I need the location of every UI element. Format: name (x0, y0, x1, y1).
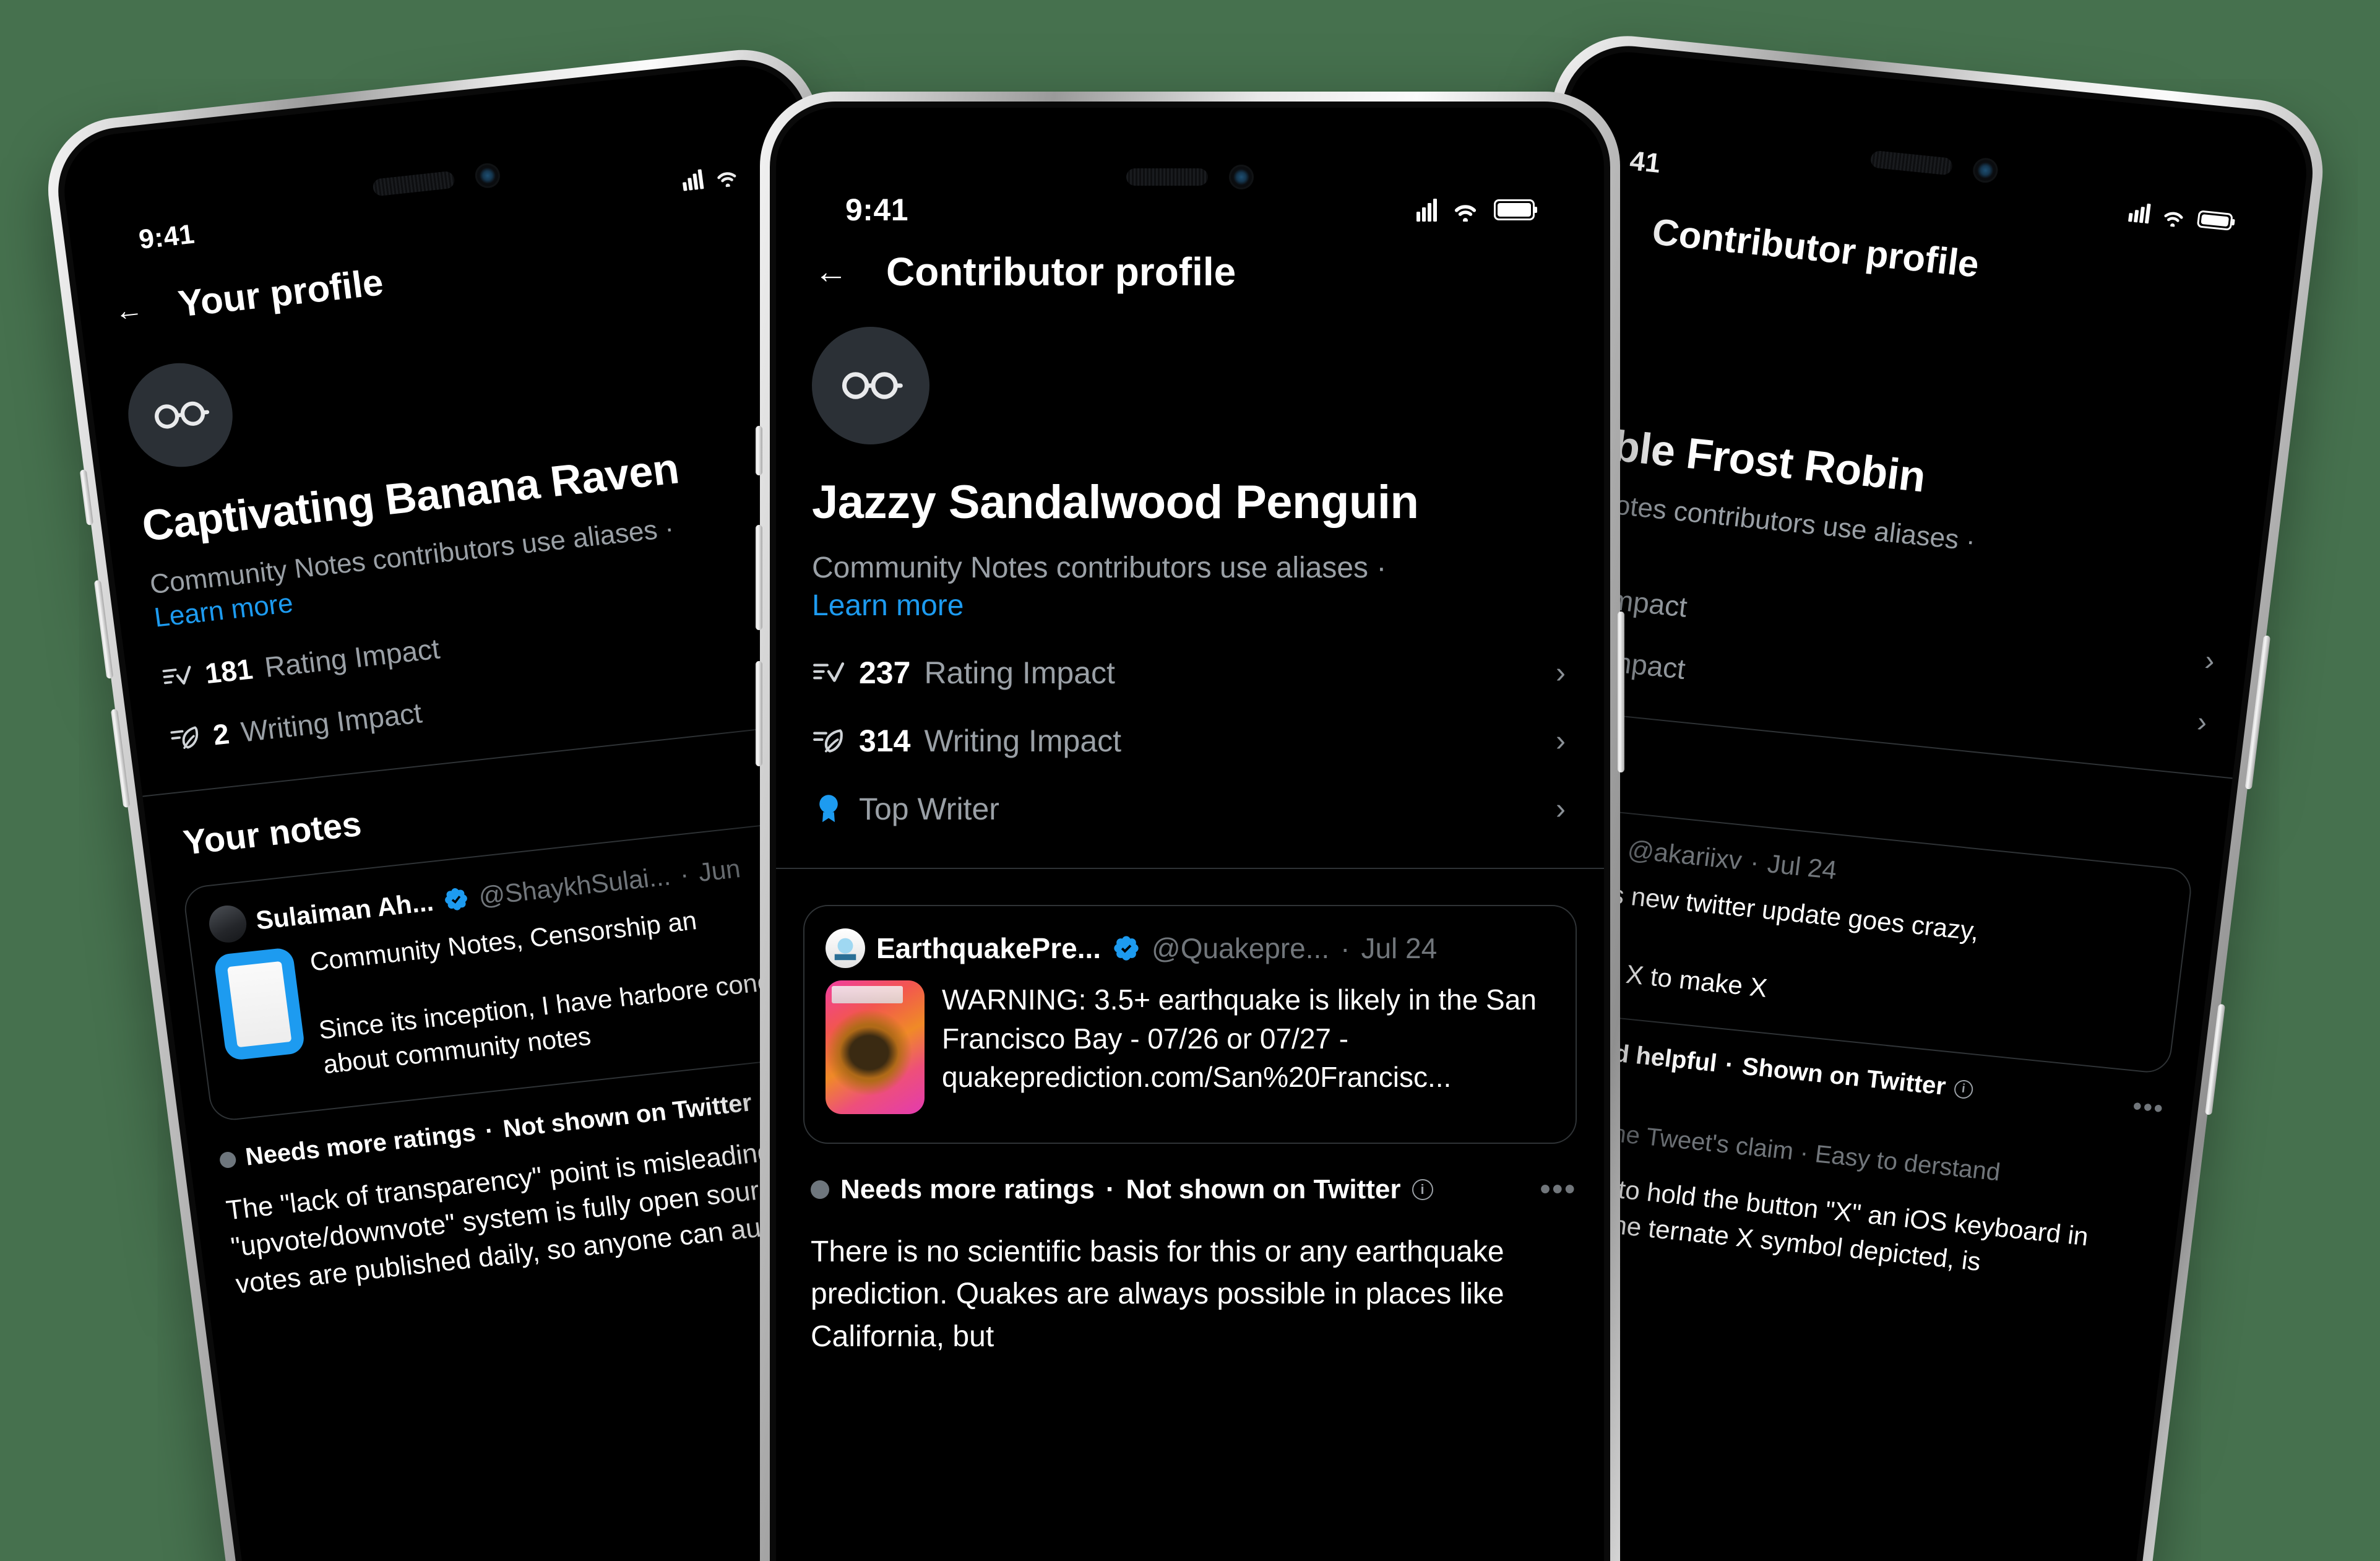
phone-center: 9:41 ← Contributor profile Jazzy Sandalw… (756, 92, 1624, 1561)
top-writer-badge-icon (812, 792, 845, 826)
volume-up-button[interactable] (756, 525, 762, 630)
stat-value: 237 (859, 655, 911, 691)
page-title: Contributor profile (886, 249, 1236, 294)
chevron-right-icon: › (1556, 724, 1566, 758)
stat-row-writing-impact[interactable]: 314 Writing Impact › (812, 723, 1566, 759)
stat-label: Top Writer (859, 792, 999, 827)
tweet-author-row: EarthquakePre... @Quakepre... · Jul 24 (826, 928, 1554, 969)
writing-impact-icon (812, 727, 845, 755)
stat-label: Rating Impact (924, 655, 1115, 691)
author-avatar (826, 928, 865, 969)
volume-down-button[interactable] (756, 661, 762, 766)
page-title: Your profile (176, 261, 386, 325)
section-divider (776, 868, 1604, 870)
status-dot (811, 1180, 829, 1199)
page-title: Contributor profile (1650, 210, 1981, 285)
tweet-thumbnail (213, 947, 306, 1062)
note-visibility-text: Not shown on Twitter (1126, 1174, 1401, 1204)
author-name: Sulaiman Ah... (254, 887, 436, 936)
note-tweet-card[interactable]: EarthquakePre... @Quakepre... · Jul 24 W… (803, 905, 1577, 1144)
stat-label: Rating Impact (262, 633, 442, 684)
chevron-right-icon: › (1556, 656, 1566, 690)
stat-row-top-writer[interactable]: Top Writer › (812, 791, 1566, 827)
display-name: Jazzy Sandalwood Penguin (812, 476, 1419, 529)
phone-center-bezel: 9:41 ← Contributor profile Jazzy Sandalw… (770, 102, 1610, 1561)
status-dot (218, 1151, 237, 1169)
learn-more-link[interactable]: Learn more (812, 589, 1604, 623)
stat-value: 181 (203, 652, 255, 690)
note-status-text: Needs more ratings (840, 1174, 1095, 1204)
glasses-icon (155, 401, 210, 429)
chevron-right-icon: › (1556, 792, 1566, 826)
stat-row-rating-impact[interactable]: 237 Rating Impact › (812, 655, 1566, 691)
stat-value: 314 (859, 724, 911, 759)
tweet-date: Jun (696, 854, 743, 888)
stat-value: 2 (211, 717, 231, 751)
tweet-text: WARNING: 3.5+ earthquake is likely in th… (942, 984, 1537, 1094)
tweet-body: WARNING: 3.5+ earthquake is likely in th… (826, 980, 1554, 1115)
author-handle: @Quakepre... (1152, 932, 1330, 965)
tweet-separator: · (678, 859, 691, 889)
author-handle: @akariixv (1626, 834, 1744, 876)
screenshot-stage: 9:41 ← Your profile Captivating Banana R… (0, 0, 2380, 1561)
avatar (812, 327, 929, 444)
tweet-thumbnail (826, 980, 925, 1115)
more-options-icon[interactable]: ••• (1540, 1172, 1577, 1206)
mute-switch[interactable] (79, 469, 94, 525)
more-options-icon[interactable]: ••• (2131, 1092, 2166, 1123)
verified-badge-icon (1114, 936, 1139, 961)
writing-impact-icon (168, 723, 202, 753)
mute-switch[interactable] (756, 426, 762, 475)
nav-header: ← Your profile (77, 214, 820, 336)
tweet-date: Jul 24 (1766, 849, 1839, 885)
info-icon[interactable]: i (1412, 1178, 1433, 1200)
glasses-icon (842, 372, 903, 399)
phone-center-content: ← Contributor profile Jazzy Sandalwood P… (776, 108, 1604, 1561)
note-status-separator: · (483, 1117, 496, 1145)
chevron-right-icon: › (2203, 644, 2217, 677)
author-handle: @ShaykhSulai... (476, 861, 673, 912)
rating-impact-icon (160, 662, 194, 692)
note-status-line: Needs more ratings · Not shown on Twitte… (811, 1172, 1577, 1206)
note-body-text: There is no scientific basis for this or… (811, 1235, 1504, 1353)
author-name: EarthquakePre... (876, 932, 1102, 965)
power-button[interactable] (1618, 612, 1624, 772)
tweet-separator: · (1748, 847, 1761, 877)
back-arrow-icon[interactable]: ← (814, 255, 848, 288)
tweet-link-body: Since its inception, I have harbore conc… (317, 961, 822, 1079)
verified-badge-icon (445, 888, 467, 911)
rating-impact-icon (812, 659, 845, 687)
note-status-separator: · (1105, 1174, 1115, 1204)
avatar (122, 358, 239, 472)
note-visibility-text: Not shown on Twitter (501, 1089, 754, 1143)
stat-label: Writing Impact (239, 696, 424, 748)
tweet-date: Jul 24 (1361, 932, 1438, 965)
info-icon[interactable]: i (1953, 1079, 1974, 1100)
phone-center-screen: 9:41 ← Contributor profile Jazzy Sandalw… (776, 108, 1604, 1561)
note-status-text: Needs more ratings (244, 1118, 478, 1171)
alias-description: Community Notes contributors use aliases… (812, 551, 1387, 584)
tweet-separator: · (1340, 932, 1350, 965)
nav-header: ← Contributor profile (1551, 200, 2295, 318)
chevron-right-icon: › (2195, 705, 2209, 738)
nav-header: ← Contributor profile (776, 249, 1604, 295)
stat-label: Writing Impact (924, 724, 1122, 759)
author-avatar (207, 904, 249, 945)
note-status-separator: · (1723, 1051, 1736, 1079)
back-arrow-icon[interactable]: ← (113, 292, 145, 327)
